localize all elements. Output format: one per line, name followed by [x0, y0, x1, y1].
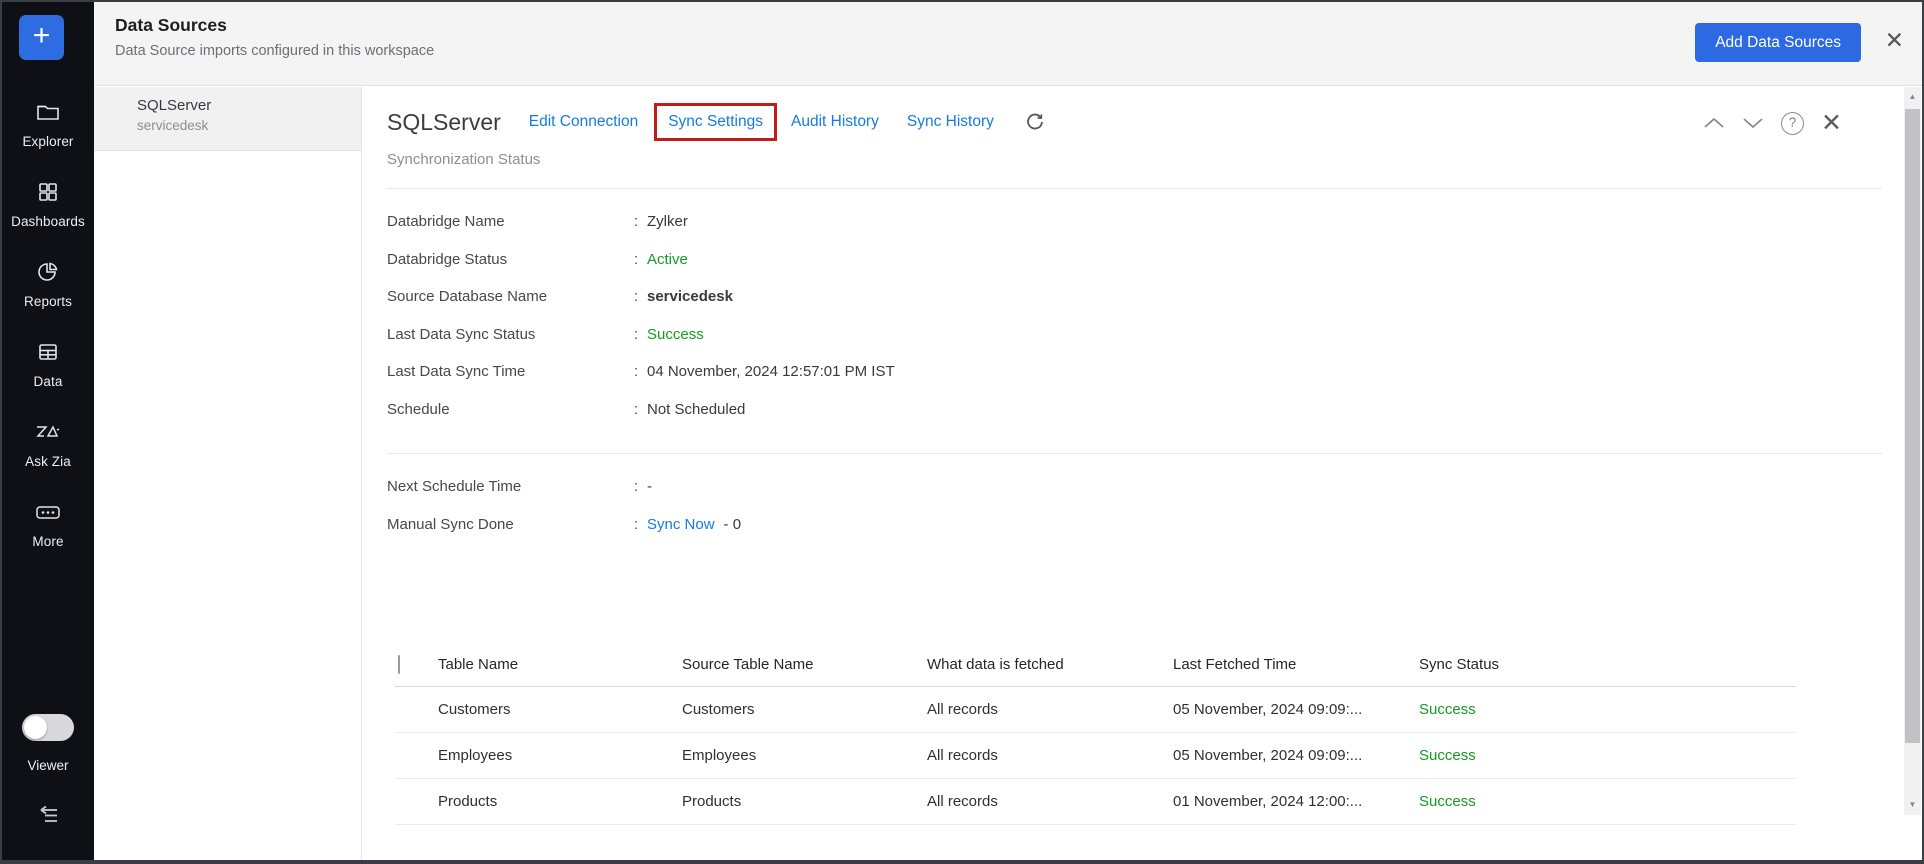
sync-settings-link[interactable]: Sync Settings — [668, 113, 763, 130]
status-badge: Success — [1419, 701, 1796, 718]
sync-status-fields: Databridge Name : Zylker Databridge Stat… — [387, 203, 895, 428]
panel-close-icon[interactable]: ✕ — [1821, 111, 1842, 135]
sync-now-link[interactable]: Sync Now — [647, 516, 715, 533]
sidebar-item-label: Dashboards — [11, 214, 85, 229]
field-last-sync-time: Last Data Sync Time : 04 November, 2024 … — [387, 353, 895, 391]
column-header: Last Fetched Time — [1173, 656, 1419, 673]
source-database: servicedesk — [137, 118, 361, 133]
zia-icon — [2, 420, 94, 446]
field-databridge-name: Databridge Name : Zylker — [387, 203, 895, 241]
field-databridge-status: Databridge Status : Active — [387, 241, 895, 279]
sidebar-item-label: Ask Zia — [25, 454, 71, 469]
viewer-toggle[interactable] — [22, 714, 74, 741]
page-header: Data Sources Data Source imports configu… — [94, 2, 1922, 86]
sidebar-item-label: Data — [34, 374, 63, 389]
select-all-checkbox[interactable] — [398, 655, 400, 674]
page-title: Data Sources — [115, 15, 227, 36]
sidebar-item-explorer[interactable]: Explorer — [2, 100, 94, 151]
source-name: SQLServer — [137, 97, 361, 114]
table-row[interactable]: Products Products All records 01 Novembe… — [395, 779, 1796, 825]
sidebar-item-dashboards[interactable]: Dashboards — [2, 180, 94, 231]
table-icon — [2, 340, 94, 366]
field-source-database-name: Source Database Name : servicedesk — [387, 278, 895, 316]
refresh-icon[interactable] — [1024, 111, 1046, 133]
divider — [387, 188, 1882, 189]
sidebar-item-reports[interactable]: Reports — [2, 260, 94, 311]
pie-chart-icon — [2, 260, 94, 286]
ellipsis-icon — [2, 500, 94, 526]
add-data-sources-button[interactable]: Add Data Sources — [1695, 23, 1861, 62]
help-icon[interactable]: ? — [1781, 111, 1804, 135]
column-header: Sync Status — [1419, 656, 1796, 673]
sync-settings-annotation-box: Sync Settings — [654, 103, 777, 141]
sync-tables-table: Table Name Source Table Name What data i… — [395, 643, 1796, 825]
collapse-sidebar-button[interactable] — [2, 802, 94, 833]
field-next-schedule-time: Next Schedule Time : - — [387, 468, 741, 506]
divider — [387, 453, 1882, 454]
sidebar-item-more[interactable]: More — [2, 500, 94, 551]
status-badge: Success — [1419, 747, 1796, 764]
create-new-button[interactable]: + — [19, 15, 64, 60]
edit-connection-link[interactable]: Edit Connection — [529, 113, 638, 131]
chevron-down-icon[interactable] — [1742, 111, 1764, 135]
page-subtitle: Data Source imports configured in this w… — [115, 43, 434, 59]
scroll-down-icon[interactable]: ▼ — [1904, 797, 1921, 813]
column-header: What data is fetched — [927, 656, 1173, 673]
toggle-knob — [24, 716, 47, 739]
field-last-sync-status: Last Data Sync Status : Success — [387, 316, 895, 354]
sidebar-item-ask-zia[interactable]: Ask Zia — [2, 420, 94, 471]
field-manual-sync-done: Manual Sync Done : Sync Now - 0 — [387, 506, 741, 544]
list-item-sqlserver[interactable]: SQLServer servicedesk — [94, 87, 361, 151]
sync-history-link[interactable]: Sync History — [907, 113, 994, 131]
sidebar-item-data[interactable]: Data — [2, 340, 94, 391]
sidebar-item-label: Explorer — [22, 134, 73, 149]
status-badge: Active — [647, 251, 688, 268]
scroll-up-icon[interactable]: ▲ — [1904, 89, 1921, 105]
table-row[interactable]: Customers Customers All records 05 Novem… — [395, 687, 1796, 733]
status-badge: Success — [647, 326, 704, 343]
detail-panel: SQLServer Edit Connection Sync Settings … — [362, 87, 1922, 860]
vertical-scrollbar[interactable]: ▲ ▼ — [1904, 87, 1921, 815]
scrollbar-thumb[interactable] — [1905, 109, 1920, 743]
table-header-row: Table Name Source Table Name What data i… — [395, 643, 1796, 687]
section-title: Synchronization Status — [387, 151, 540, 168]
schedule-fields: Next Schedule Time : - Manual Sync Done … — [387, 468, 741, 543]
grid-icon — [2, 180, 94, 206]
column-header: Source Table Name — [682, 656, 927, 673]
column-header: Table Name — [438, 656, 682, 673]
field-schedule: Schedule : Not Scheduled — [387, 391, 895, 429]
data-source-list: SQLServer servicedesk — [94, 87, 362, 860]
chevron-up-icon[interactable] — [1703, 111, 1725, 135]
sidebar-item-label: Reports — [24, 294, 72, 309]
audit-history-link[interactable]: Audit History — [791, 113, 879, 131]
close-icon[interactable]: ✕ — [1885, 27, 1904, 54]
folder-icon — [2, 100, 94, 126]
table-row[interactable]: Employees Employees All records 05 Novem… — [395, 733, 1796, 779]
viewer-toggle-label: Viewer — [2, 758, 94, 773]
status-badge: Success — [1419, 793, 1796, 810]
app-sidebar: + Explorer Dashboards Reports — [2, 2, 94, 860]
collapse-icon — [33, 815, 63, 832]
detail-title: SQLServer — [387, 109, 501, 136]
sidebar-item-label: More — [32, 534, 63, 549]
